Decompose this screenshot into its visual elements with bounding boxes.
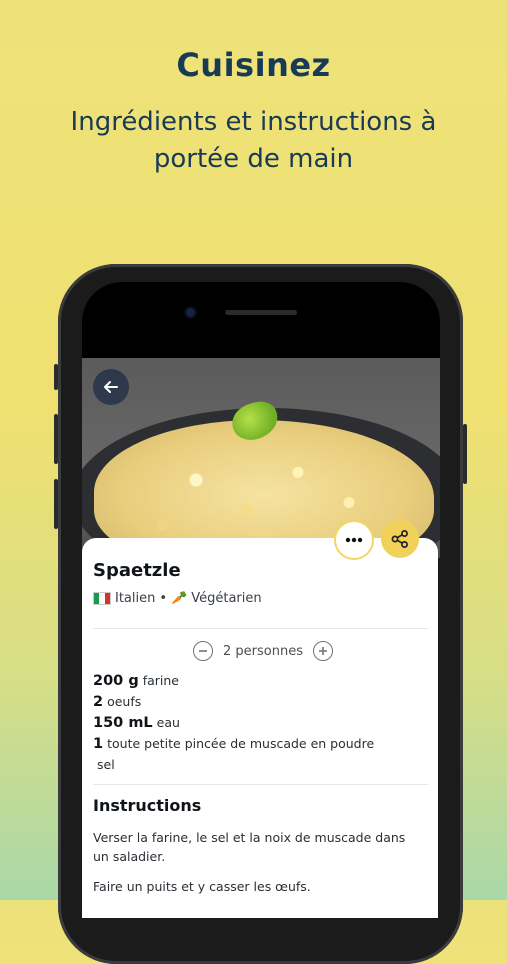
increase-servings-button[interactable] bbox=[312, 641, 333, 661]
diet-label: Végétarien bbox=[191, 591, 262, 606]
more-options-button[interactable] bbox=[334, 520, 374, 560]
phone-volume-down bbox=[54, 479, 58, 529]
servings-stepper: 2 personnes bbox=[193, 641, 333, 661]
phone-power-button bbox=[463, 424, 467, 484]
back-button[interactable] bbox=[93, 369, 129, 405]
phone-volume-up bbox=[54, 414, 58, 464]
tag-separator: • bbox=[159, 591, 168, 606]
promo-subline: Ingrédients et instructions à portée de … bbox=[70, 107, 437, 174]
instruction-step: Verser la farine, le sel et la noix de m… bbox=[93, 830, 406, 864]
carrot-icon: 🥕 bbox=[171, 591, 188, 606]
ingredient-name: farine bbox=[142, 673, 179, 688]
italy-flag-icon bbox=[93, 592, 111, 605]
ingredient-name: eau bbox=[156, 715, 180, 730]
minus-circle-icon bbox=[199, 650, 207, 652]
ingredient-item: 200 g farine bbox=[93, 673, 433, 694]
instruction-step: Faire un puits et y casser les œufs. bbox=[93, 879, 311, 894]
share-icon bbox=[391, 530, 408, 548]
arrow-left-icon bbox=[104, 381, 118, 393]
ingredients-list: 200 g farine 2 oeufs 150 mL eau 1 toute peti… bbox=[93, 673, 433, 778]
speaker-grille bbox=[225, 310, 297, 315]
phone-mute-switch bbox=[54, 364, 58, 390]
divider bbox=[93, 628, 428, 629]
cuisine-label: Italien bbox=[115, 591, 156, 606]
ingredient-qty: 200 g bbox=[93, 673, 139, 689]
camera-icon bbox=[186, 308, 195, 317]
ingredient-name: sel bbox=[97, 757, 115, 772]
ellipsis-icon bbox=[345, 537, 363, 543]
ingredient-name: oeufs bbox=[107, 694, 142, 709]
ingredient-name: toute petite pincée de muscade en poudre bbox=[107, 736, 375, 751]
divider bbox=[93, 784, 428, 785]
ingredient-item: 1 toute petite pincée de muscade en poudr… bbox=[93, 736, 433, 757]
instructions-heading: Instructions bbox=[93, 796, 202, 815]
recipe-title: Spaetzle bbox=[93, 560, 181, 581]
share-button[interactable] bbox=[381, 520, 419, 558]
ingredient-item: 2 oeufs bbox=[93, 694, 433, 715]
phone-top-bezel bbox=[82, 282, 440, 362]
ingredient-item: 150 mL eau bbox=[93, 715, 433, 736]
ingredient-qty: 1 bbox=[93, 736, 104, 752]
recipe-tags: Italien • 🥕 Végétarien bbox=[93, 591, 262, 606]
promo-headline: Cuisinez bbox=[176, 46, 331, 84]
ingredient-qty: 150 mL bbox=[93, 715, 153, 731]
ingredient-item: sel bbox=[93, 757, 433, 778]
plus-circle-icon bbox=[318, 647, 327, 655]
decrease-servings-button[interactable] bbox=[193, 641, 213, 661]
ingredient-qty: 2 bbox=[93, 694, 104, 710]
servings-label: 2 personnes bbox=[223, 643, 303, 659]
